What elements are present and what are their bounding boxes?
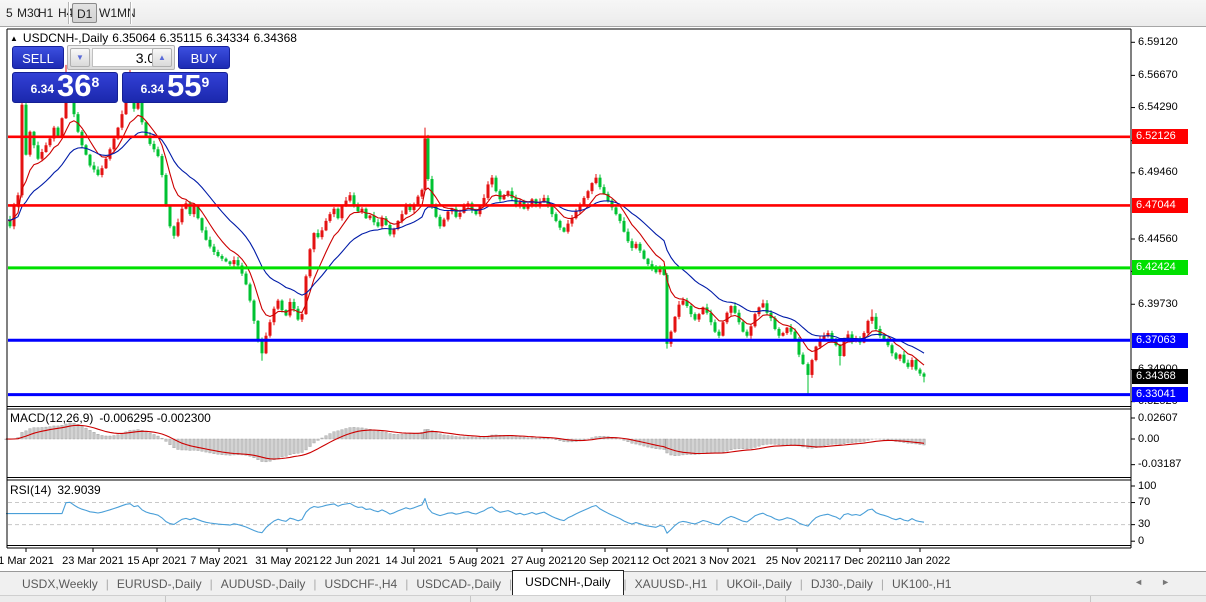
- bid-big-digits: 36: [57, 68, 92, 104]
- bid-pip-digit: 8: [91, 74, 100, 90]
- low-value: 6.34334: [206, 31, 250, 45]
- tab-audusd-daily[interactable]: AUDUSD-,Daily: [213, 574, 314, 594]
- window-marker-icon: ▲: [10, 34, 18, 43]
- tab-scroll-left-icon[interactable]: ◄: [1134, 577, 1161, 587]
- rsi-label: RSI(14) 32.9039: [10, 483, 101, 497]
- tab-uk100-h1[interactable]: UK100-,H1: [884, 574, 959, 594]
- y-axis-tick-label: 6.49460: [1138, 166, 1178, 179]
- statusbar-separator: [1090, 596, 1091, 602]
- rsi-axis-tick-label: 0: [1138, 534, 1145, 547]
- rsi-axis-tick-label: 70: [1138, 496, 1151, 509]
- ask-big-digits: 55: [167, 68, 202, 104]
- volume-increase-icon[interactable]: ▲: [152, 48, 172, 67]
- x-axis-date-label: 22 Jun 2021: [319, 555, 381, 567]
- price-level-tag: 6.52126: [1132, 129, 1188, 145]
- x-axis-date-label: 5 Aug 2021: [449, 555, 505, 567]
- macd-axis-tick-label: 0.02607: [1138, 411, 1178, 424]
- price-level-tag: 6.33041: [1132, 387, 1188, 403]
- bid-prefix: 6.34: [30, 82, 55, 96]
- x-axis-date-label: 12 Oct 2021: [637, 555, 697, 567]
- chart-title: ▲ USDCNH-,Daily 6.35064 6.35115 6.34334 6.343…: [10, 31, 301, 45]
- macd-axis-tick-label: 0.00: [1138, 432, 1160, 445]
- status-bar: [0, 595, 1206, 602]
- y-axis-tick-label: 6.44560: [1138, 232, 1178, 245]
- ask-price-button[interactable]: 6.34 55 9: [122, 68, 228, 104]
- y-axis-tick-label: 6.54290: [1138, 101, 1178, 114]
- x-axis-date-label: 17 Dec 2021: [828, 555, 892, 567]
- y-axis-tick-label: 6.39730: [1138, 297, 1178, 310]
- symbol-tab-bar: USDX,Weekly | EURUSD-,Daily | AUDUSD-,Daily |…: [0, 570, 1206, 595]
- macd-values: -0.006295 -0.002300: [99, 411, 211, 425]
- volume-decrease-icon[interactable]: ▼: [70, 48, 90, 67]
- current-price-tag: 6.34368: [1132, 369, 1188, 385]
- price-level-tag: 6.37063: [1132, 332, 1188, 348]
- tab-scroll-arrows: ◄►: [1134, 577, 1188, 587]
- rsi-axis-tick-label: 30: [1138, 518, 1151, 531]
- tab-dj30-daily[interactable]: DJ30-,Daily: [803, 574, 881, 594]
- x-axis-date-label: 3 Nov 2021: [699, 555, 757, 567]
- tab-usdcad-daily[interactable]: USDCAD-,Daily: [408, 574, 509, 594]
- tab-eurusd-daily[interactable]: EURUSD-,Daily: [109, 574, 210, 594]
- rsi-value: 32.9039: [57, 483, 101, 497]
- x-axis-date-label: 14 Jul 2021: [385, 555, 443, 567]
- sell-button[interactable]: SELL: [12, 46, 64, 69]
- ask-pip-digit: 9: [201, 74, 210, 90]
- x-axis-date-label: 25 Nov 2021: [765, 555, 829, 567]
- tab-scroll-right-icon[interactable]: ►: [1161, 577, 1188, 587]
- close-value: 6.34368: [253, 31, 297, 45]
- one-click-trade-panel: SELL ▼ ▲ BUY 6.34 36 8 6.34 55 9: [12, 45, 230, 103]
- bid-price-button[interactable]: 6.34 36 8: [12, 68, 118, 104]
- x-axis-date-label: 7 May 2021: [190, 555, 248, 567]
- x-axis-date-label: 20 Sep 2021: [573, 555, 637, 567]
- statusbar-separator: [785, 596, 786, 602]
- x-axis-date-label: 10 Jan 2022: [889, 555, 951, 567]
- statusbar-separator: [470, 596, 471, 602]
- trading-app-window: 5 M30 H1 H4 D1 W1 MN ▲ USDCNH-,Daily 6.35064 6.35…: [0, 0, 1206, 602]
- high-value: 6.35115: [159, 31, 203, 45]
- x-axis-date-label: 31 May 2021: [255, 555, 319, 567]
- x-axis-date-label: 23 Mar 2021: [62, 555, 124, 567]
- volume-stepper: ▼ ▲: [67, 45, 175, 70]
- tab-xauusd-h1[interactable]: XAUUSD-,H1: [627, 574, 716, 594]
- y-axis-tick-label: 6.56670: [1138, 68, 1178, 81]
- x-axis-date-label: 1 Mar 2021: [0, 555, 54, 567]
- rsi-axis-tick-label: 100: [1138, 479, 1157, 492]
- y-axis-tick-label: 6.59120: [1138, 35, 1178, 48]
- price-level-tag: 6.47044: [1132, 197, 1188, 213]
- buy-button[interactable]: BUY: [178, 46, 230, 69]
- macd-label: MACD(12,26,9) -0.006295 -0.002300: [10, 411, 211, 425]
- tab-ukoil-daily[interactable]: UKOil-,Daily: [718, 574, 799, 594]
- tab-usdx-weekly[interactable]: USDX,Weekly: [14, 574, 106, 594]
- statusbar-separator: [165, 596, 166, 602]
- price-level-tag: 6.42424: [1132, 260, 1188, 276]
- x-axis-date-label: 27 Aug 2021: [511, 555, 573, 567]
- macd-axis-tick-label: -0.03187: [1138, 458, 1182, 471]
- symbol-period-label: USDCNH-,Daily: [22, 31, 109, 45]
- tab-usdchf-h4[interactable]: USDCHF-,H4: [317, 574, 406, 594]
- ask-prefix: 6.34: [140, 82, 165, 96]
- open-value: 6.35064: [112, 31, 156, 45]
- candles-layer: [8, 62, 926, 394]
- x-axis-date-label: 15 Apr 2021: [127, 555, 187, 567]
- tab-usdcnh-daily[interactable]: USDCNH-,Daily: [512, 570, 624, 595]
